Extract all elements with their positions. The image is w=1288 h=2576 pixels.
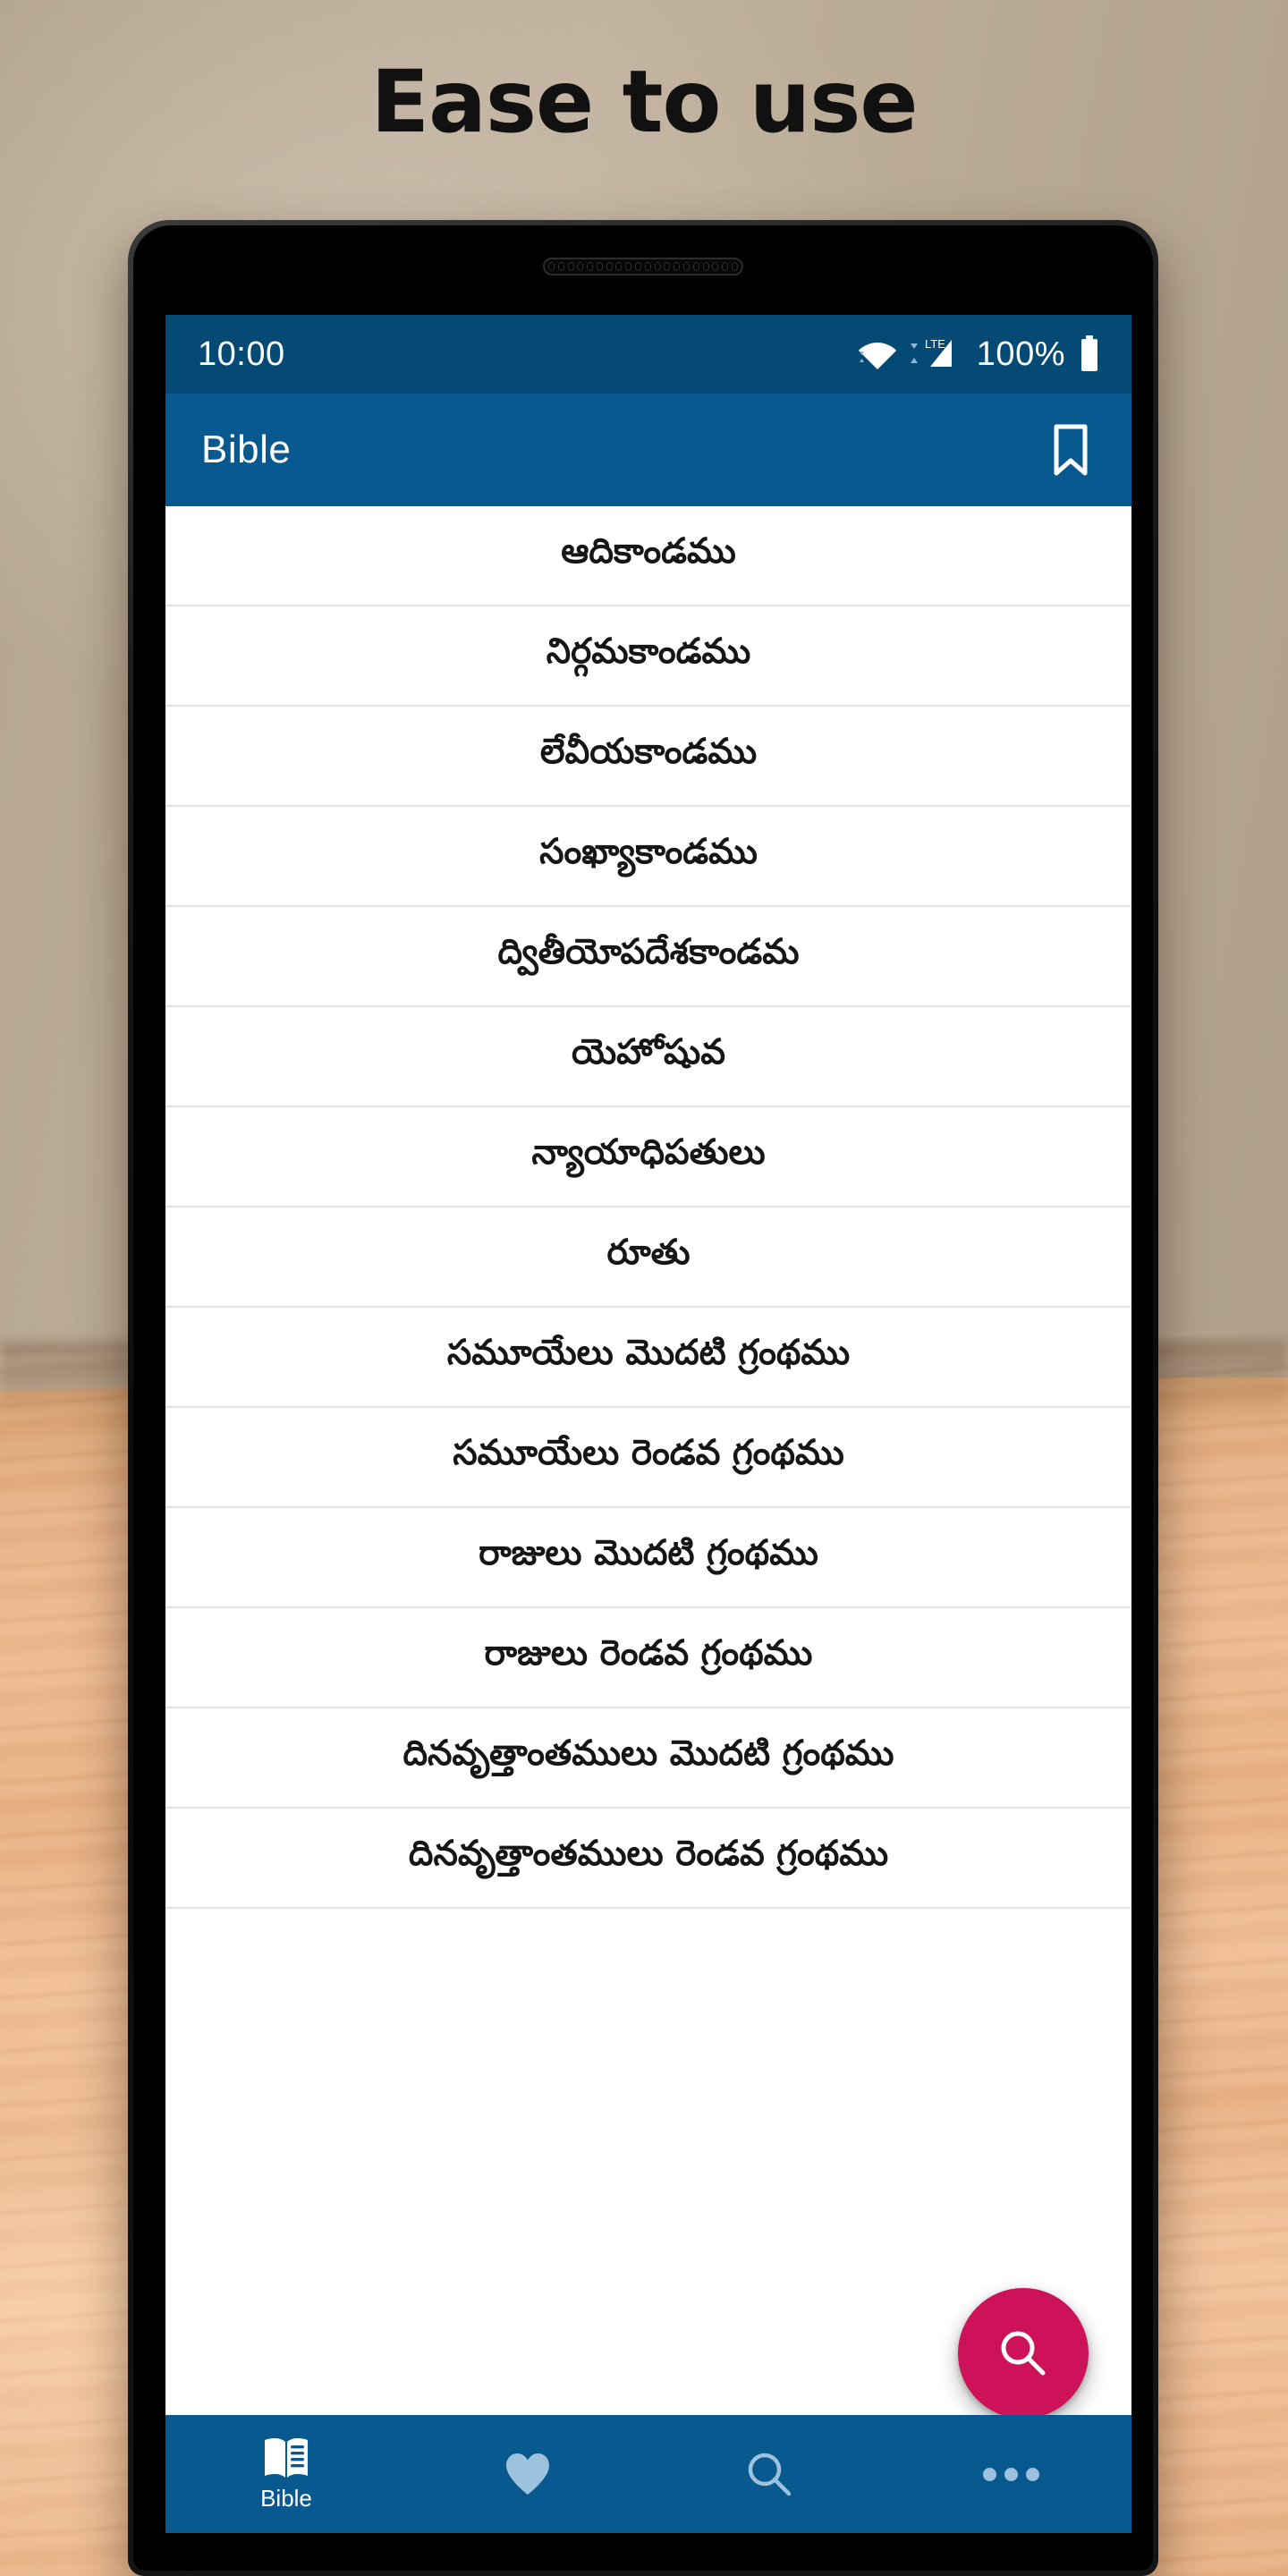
- list-item[interactable]: రూతు: [165, 1208, 1131, 1308]
- nav-item-search[interactable]: [648, 2415, 890, 2533]
- list-item[interactable]: రాజులు మొదటి గ్రంథము: [165, 1508, 1131, 1608]
- status-bar-clock: 10:00: [198, 335, 285, 373]
- earpiece-speaker-grille: [543, 258, 743, 275]
- bookmark-icon[interactable]: [1044, 423, 1097, 477]
- nav-item-bible[interactable]: Bible: [165, 2415, 407, 2533]
- list-item-label: ద్వితీయోపదేశకాండమ: [497, 932, 800, 972]
- list-item-label: దినవృత్తాంతములు మొదటి గ్రంథము: [402, 1733, 894, 1774]
- more-icon: [982, 2467, 1039, 2481]
- status-bar: 10:00 LTE 100%: [165, 315, 1131, 394]
- list-item[interactable]: యెహోషువ: [165, 1007, 1131, 1107]
- nav-item-more[interactable]: [890, 2415, 1131, 2533]
- list-item[interactable]: న్యాయాధిపతులు: [165, 1107, 1131, 1208]
- bottom-navigation-bar[interactable]: Bible: [165, 2415, 1131, 2533]
- list-item[interactable]: దినవృత్తాంతములు మొదటి గ్రంథము: [165, 1708, 1131, 1809]
- search-icon: [748, 2453, 792, 2496]
- list-item-label: సమూయేలు మొదటి గ్రంథము: [446, 1333, 851, 1373]
- list-item-label: రాజులు మొదటి గ్రంథము: [479, 1533, 818, 1573]
- list-item-label: సంఖ్యాకాండము: [539, 832, 758, 872]
- phone-device-frame: 10:00 LTE 100% Bible ఆదికాండము నిర్గమకాం…: [128, 220, 1158, 2576]
- list-item-label: సమూయేలు రెండవ గ్రంథము: [453, 1433, 844, 1473]
- list-item-label: లేవీయకాండము: [539, 732, 758, 772]
- list-item-label: ఆదికాండము: [561, 531, 736, 572]
- list-item[interactable]: సంఖ్యాకాండము: [165, 807, 1131, 907]
- app-bar-title: Bible: [201, 428, 292, 471]
- list-item[interactable]: నిర్గమకాండము: [165, 606, 1131, 707]
- list-item[interactable]: లేవీయకాండము: [165, 707, 1131, 807]
- search-icon: [1001, 2331, 1046, 2376]
- search-fab[interactable]: [958, 2288, 1089, 2419]
- nav-item-label: Bible: [260, 2484, 312, 2512]
- list-item-label: న్యాయాధిపతులు: [531, 1132, 766, 1173]
- list-item[interactable]: సమూయేలు రెండవ గ్రంథము: [165, 1408, 1131, 1508]
- list-item[interactable]: ద్వితీయోపదేశకాండమ: [165, 907, 1131, 1007]
- list-item-label: రూతు: [606, 1233, 691, 1273]
- list-item-label: యెహోషువ: [571, 1032, 726, 1072]
- page-headline: Ease to use: [370, 52, 919, 152]
- nav-item-favorites[interactable]: [407, 2415, 648, 2533]
- list-item-label: నిర్గమకాండము: [546, 631, 751, 672]
- battery-icon: [1078, 335, 1101, 373]
- list-item[interactable]: రాజులు రెండవ గ్రంథము: [165, 1608, 1131, 1708]
- list-item-label: దినవృత్తాంతములు రెండవ గ్రంథము: [408, 1834, 889, 1874]
- book-list[interactable]: ఆదికాండము నిర్గమకాండము లేవీయకాండము సంఖ్య…: [165, 506, 1131, 2370]
- heart-icon: [506, 2453, 549, 2495]
- list-item[interactable]: సమూయేలు మొదటి గ్రంథము: [165, 1308, 1131, 1408]
- list-item[interactable]: దినవృత్తాంతములు రెండవ గ్రంథము: [165, 1809, 1131, 1909]
- app-bar: Bible: [165, 394, 1131, 506]
- svg-text:LTE: LTE: [925, 337, 945, 351]
- wifi-icon: [857, 339, 896, 369]
- phone-bezel-inner: 10:00 LTE 100% Bible ఆదికాండము నిర్గమకాం…: [133, 225, 1153, 2571]
- book-icon: [265, 2437, 308, 2478]
- status-bar-indicators: LTE 100%: [857, 335, 1101, 374]
- list-item[interactable]: ఆదికాండము: [165, 506, 1131, 606]
- marketing-screenshot-scene: Ease to use 10:00 LTE 100% Bible ఆదికాండ…: [0, 0, 1288, 2576]
- battery-percent-label: 100%: [976, 335, 1065, 373]
- lte-signal-icon: LTE: [905, 336, 964, 372]
- list-item-label: రాజులు రెండవ గ్రంథము: [484, 1633, 813, 1674]
- phone-screen: 10:00 LTE 100% Bible ఆదికాండము నిర్గమకాం…: [165, 315, 1131, 2533]
